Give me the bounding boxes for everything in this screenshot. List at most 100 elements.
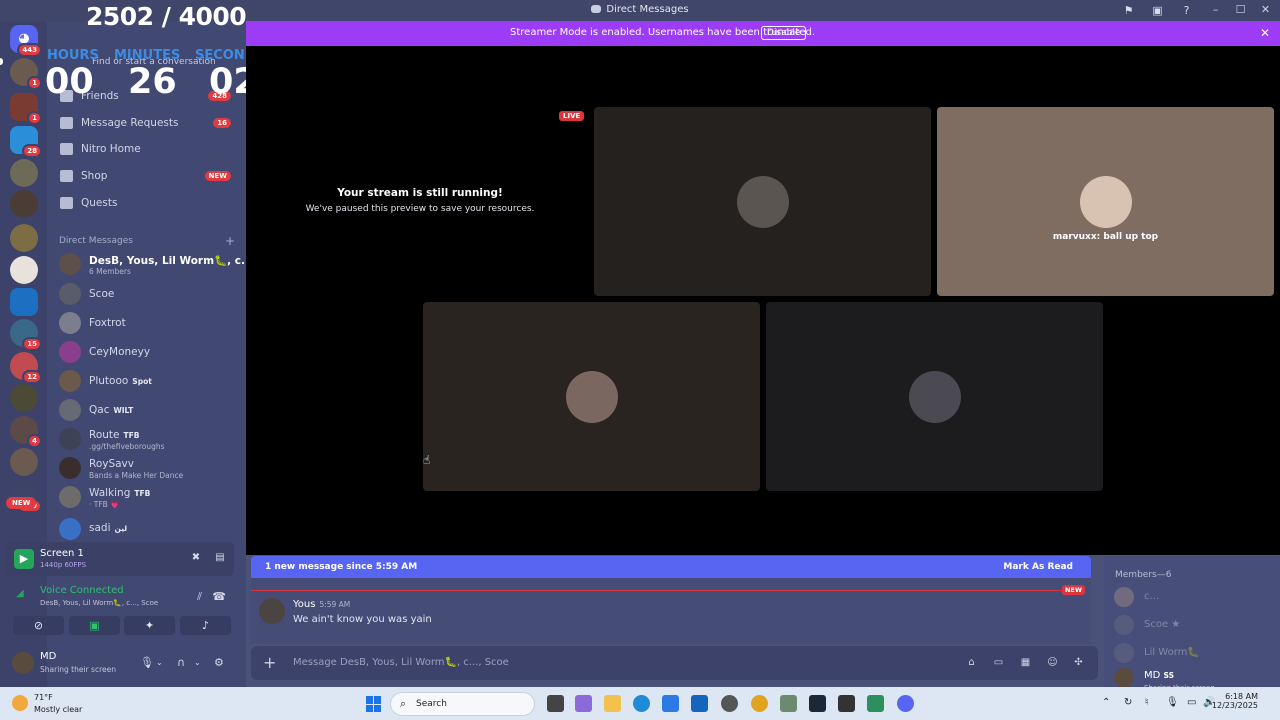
app-icon[interactable]: [721, 695, 738, 712]
store-icon[interactable]: [662, 695, 679, 712]
attach-icon[interactable]: +: [263, 653, 276, 672]
help-icon[interactable]: ?: [1179, 3, 1194, 18]
dm-item-roysavv[interactable]: RoySavv Bands a Make Her Dance: [55, 454, 241, 482]
chevron-down-icon[interactable]: ⌄: [156, 658, 163, 667]
message-requests-item[interactable]: Message Requests 16: [55, 113, 239, 135]
minimize-icon[interactable]: –: [1207, 2, 1224, 18]
avatar: [565, 370, 618, 423]
home-server-icon[interactable]: ◕ 443: [10, 25, 42, 57]
server-icon[interactable]: [10, 224, 38, 252]
screen-share-icon: ▶: [14, 549, 34, 569]
server-icon[interactable]: [10, 256, 38, 284]
server-icon[interactable]: 1: [10, 93, 42, 125]
server-icon[interactable]: [10, 448, 38, 476]
participant-tile[interactable]: marvuxx: ball up top: [937, 107, 1274, 296]
outlook-icon[interactable]: [691, 695, 708, 712]
participant-tile[interactable]: [423, 302, 760, 491]
copilot-icon[interactable]: [575, 695, 592, 712]
chevron-down-icon[interactable]: ⌄: [194, 658, 201, 667]
inbox-icon[interactable]: ⚑: [1121, 3, 1136, 18]
gif-icon[interactable]: ▭: [992, 656, 1005, 669]
gift-icon[interactable]: ⌂: [965, 656, 978, 669]
maximize-icon[interactable]: ☐: [1232, 2, 1249, 18]
sticker-icon[interactable]: ▦: [1019, 656, 1032, 669]
server-icon[interactable]: [10, 384, 38, 412]
dm-item-foxtrot[interactable]: Foxtrot: [55, 309, 241, 337]
notepad-icon[interactable]: [867, 695, 884, 712]
notifications-icon[interactable]: ♮: [1145, 697, 1149, 708]
new-messages-bar[interactable]: 1 new message since 5:59 AM Mark As Read: [251, 556, 1091, 578]
stream-settings-icon[interactable]: ▤: [214, 552, 226, 564]
steam-icon[interactable]: [809, 695, 826, 712]
avatar[interactable]: [12, 652, 34, 674]
voice-status[interactable]: Voice Connected: [40, 585, 124, 596]
message-author[interactable]: Yous 5:59 AM: [293, 599, 350, 610]
share-screen-button[interactable]: ▣: [69, 616, 120, 635]
server-icon[interactable]: 12: [10, 352, 42, 384]
file-explorer-icon[interactable]: [604, 695, 621, 712]
dm-item-group[interactable]: DesB, Yous, Lil Worm🐛, c... 6 Members: [55, 250, 253, 278]
member-item[interactable]: Scoe ★: [1114, 614, 1274, 636]
edge-icon[interactable]: [633, 695, 650, 712]
server-icon[interactable]: 15: [10, 319, 42, 351]
create-dm-icon[interactable]: +: [225, 234, 235, 248]
quests-item[interactable]: Quests: [55, 193, 239, 215]
member-item[interactable]: c...: [1114, 586, 1274, 608]
dm-item-scoe[interactable]: Scoe: [55, 280, 241, 308]
avatar: [59, 428, 81, 450]
server-icon[interactable]: 28: [10, 126, 42, 158]
server-icon[interactable]: [10, 288, 38, 316]
dm-item-plutooo[interactable]: Plutooo Spot: [55, 367, 241, 395]
taskbar-search[interactable]: ⌕ Search: [390, 692, 535, 716]
server-icon[interactable]: 1: [10, 58, 42, 90]
member-item[interactable]: MD SS Sharing their screen: [1114, 667, 1274, 692]
close-icon[interactable]: ✕: [1257, 2, 1274, 18]
new-server-tag[interactable]: NEW: [6, 497, 37, 509]
member-item[interactable]: Lil Worm🐛: [1114, 642, 1274, 664]
dm-item-ceymoneyy[interactable]: CeyMoneyy: [55, 338, 241, 366]
nitro-home-item[interactable]: Nitro Home: [55, 139, 239, 161]
chevron-up-icon[interactable]: ⌃: [1102, 697, 1110, 708]
gear-icon[interactable]: ⚙: [214, 656, 224, 669]
participant-tile[interactable]: [766, 302, 1103, 491]
start-icon[interactable]: [366, 696, 382, 712]
signal-icon: ◢: [16, 588, 24, 599]
dm-item-walking[interactable]: Walking TFB · TFB 💗: [55, 483, 241, 511]
participant-tile[interactable]: [594, 107, 931, 296]
sync-icon[interactable]: ↻: [1124, 697, 1132, 708]
task-view-icon[interactable]: [547, 695, 564, 712]
excel-icon[interactable]: [780, 695, 797, 712]
composer-placeholder[interactable]: Message DesB, Yous, Lil Worm🐛, c..., Sco…: [293, 657, 509, 668]
screen-icon[interactable]: ▣: [1150, 3, 1165, 18]
stop-stream-icon[interactable]: ✖: [190, 552, 202, 564]
avatar[interactable]: [259, 598, 285, 624]
app-icon[interactable]: [838, 695, 855, 712]
banner-close-icon[interactable]: ✕: [1260, 26, 1270, 40]
server-icon[interactable]: 4: [10, 416, 42, 448]
headphones-icon[interactable]: ∩: [177, 656, 185, 669]
chrome-icon[interactable]: [751, 695, 768, 712]
mic-icon[interactable]: 🎙: [1166, 697, 1179, 708]
dm-item-sadi[interactable]: sadi لين: [55, 515, 241, 543]
soundboard-button[interactable]: ♪: [180, 616, 231, 635]
mark-as-read-button[interactable]: Mark As Read: [1003, 562, 1073, 572]
network-icon[interactable]: ▭: [1187, 697, 1196, 708]
emoji-icon[interactable]: ☺: [1046, 656, 1059, 669]
activities-button[interactable]: ✦: [124, 616, 175, 635]
noise-suppression-icon[interactable]: ⫽: [197, 590, 202, 604]
microphone-icon[interactable]: 🎙: [140, 656, 154, 669]
server-icon[interactable]: [10, 190, 38, 218]
video-off-button[interactable]: ⊘: [13, 616, 64, 635]
message-composer[interactable]: + Message DesB, Yous, Lil Worm🐛, c..., S…: [251, 646, 1098, 680]
author-name[interactable]: Yous: [293, 599, 315, 610]
apps-icon[interactable]: ✣: [1072, 656, 1085, 669]
shop-item[interactable]: Shop NEW: [55, 166, 239, 188]
discord-icon[interactable]: [897, 695, 914, 712]
server-icon[interactable]: [10, 159, 38, 187]
dm-item-qac[interactable]: Qac WILT: [55, 396, 241, 424]
clock[interactable]: 6:18 AM 12/23/2025: [1212, 692, 1258, 710]
disable-button[interactable]: Disable: [761, 26, 807, 40]
disconnect-icon[interactable]: ☎: [212, 590, 226, 603]
dm-item-route[interactable]: Route TFB .gg/thefiveboroughs: [55, 425, 241, 453]
clock-date: 12/23/2025: [1211, 701, 1258, 710]
